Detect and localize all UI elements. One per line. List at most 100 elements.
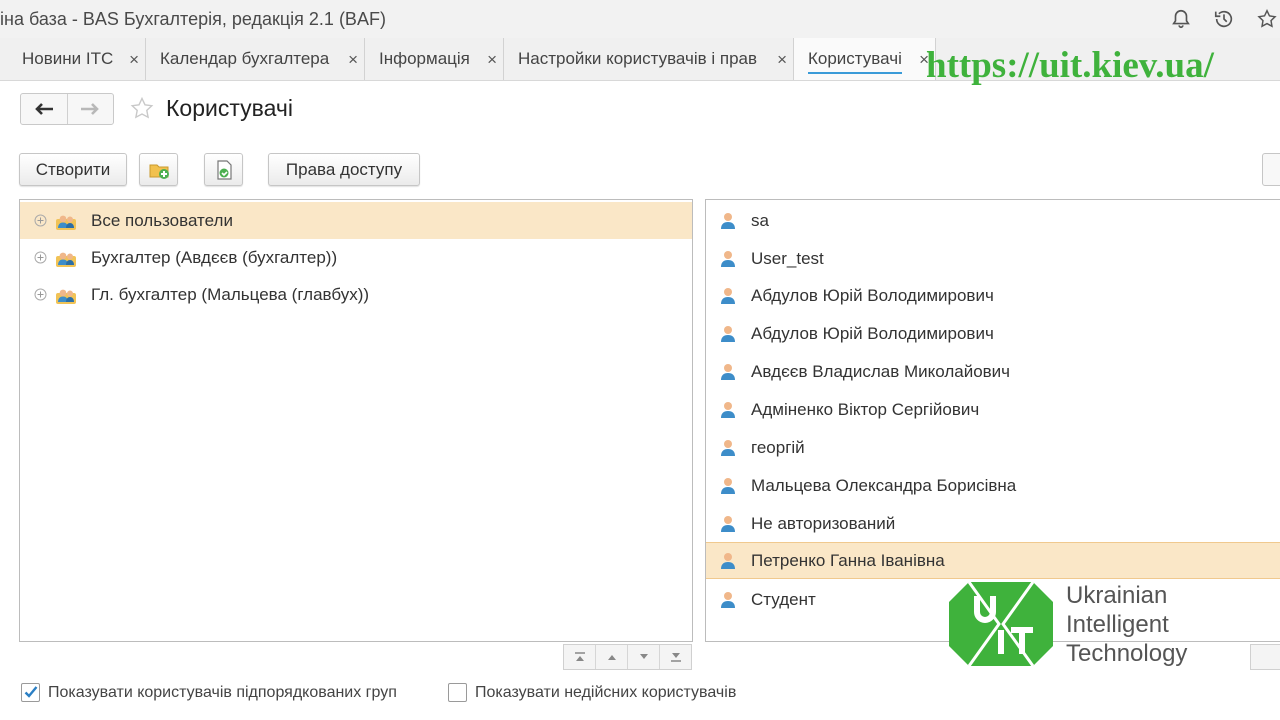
user-row[interactable]: Абдулов Юрій Володимирович [706, 277, 1280, 314]
user-icon [721, 325, 735, 342]
group-label: Гл. бухгалтер (Мальцева (главбух)) [91, 284, 370, 304]
tab-label: Користувачі [808, 49, 902, 74]
back-button[interactable] [21, 94, 67, 124]
create-group-button[interactable] [139, 153, 178, 186]
favorite-star-icon[interactable] [129, 96, 155, 122]
group-label: Бухгалтер (Авдєєв (бухгалтер)) [91, 247, 338, 267]
user-icon [721, 515, 735, 532]
arrow-up-icon [607, 655, 616, 660]
user-row[interactable]: Адміненко Віктор Сергійович [706, 391, 1280, 428]
user-icon [721, 552, 735, 569]
close-icon[interactable]: × [777, 50, 787, 70]
scroll-down-button[interactable] [627, 645, 659, 669]
forward-button[interactable] [66, 94, 114, 124]
arrow-down-icon [639, 654, 648, 659]
show-inactive-label[interactable]: Показувати недійсних користувачів [475, 684, 736, 702]
history-navigation [20, 93, 114, 125]
users-list: sa User_test Абдулов Юрій Володимирович … [705, 199, 1280, 642]
tab-label: Настройки користувачів і прав [518, 49, 758, 68]
user-group-icon [56, 289, 76, 304]
expand-icon [34, 288, 47, 301]
show-inactive-checkbox[interactable] [448, 683, 467, 702]
close-icon[interactable]: × [348, 50, 358, 70]
user-label: User_test [751, 248, 824, 268]
groups-scroll-buttons [563, 644, 692, 670]
checkmark-icon [24, 686, 38, 698]
user-label: Студент [751, 589, 816, 609]
tab-news-its[interactable]: Новини ІТС × [8, 38, 146, 80]
user-label: Не авторизований [751, 513, 896, 533]
tab-accountant-calendar[interactable]: Календар бухгалтера × [146, 38, 365, 80]
user-icon [721, 363, 735, 380]
user-row[interactable]: георгій [706, 429, 1280, 466]
user-group-icon [56, 252, 76, 267]
group-row-all-users[interactable]: Все пользователи [20, 202, 692, 239]
bell-icon[interactable] [1170, 8, 1192, 30]
user-icon [721, 250, 735, 267]
user-label: Петренко Ганна Іванівна [751, 550, 945, 570]
tab-information[interactable]: Інформація × [365, 38, 504, 80]
scroll-bottom-icon [670, 653, 681, 662]
user-label: Абдулов Юрій Володимирович [751, 285, 994, 305]
show-subordinate-checkbox[interactable] [21, 683, 40, 702]
group-row-accountant[interactable]: Бухгалтер (Авдєєв (бухгалтер)) [20, 239, 692, 276]
star-icon[interactable] [1256, 8, 1278, 30]
arrow-right-icon [81, 103, 100, 115]
tab-user-settings[interactable]: Настройки користувачів і прав × [504, 38, 794, 80]
tab-label: Календар бухгалтера [160, 49, 330, 68]
show-subordinate-label[interactable]: Показувати користувачів підпорядкованих … [48, 684, 397, 702]
access-rights-button[interactable]: Права доступу [268, 153, 420, 186]
user-label: Адміненко Віктор Сергійович [751, 399, 980, 419]
user-label: sa [751, 210, 769, 230]
group-label: Все пользователи [91, 210, 233, 230]
user-row[interactable]: Абдулов Юрій Володимирович [706, 315, 1280, 352]
create-button-label: Створити [35, 159, 111, 179]
user-label: Абдулов Юрій Володимирович [751, 323, 994, 343]
user-row[interactable]: Мальцева Олександра Борисівна [706, 467, 1280, 504]
user-row[interactable]: Авдєєв Владислав Миколайович [706, 353, 1280, 390]
user-groups-tree: Все пользователи Бухгалтер (Авдєєв (бухг… [19, 199, 693, 642]
page-title: Користувачі [166, 95, 293, 121]
user-row[interactable]: Не авторизований [706, 505, 1280, 542]
scroll-last-button[interactable] [659, 645, 691, 669]
user-icon [721, 591, 735, 608]
window-titlebar: іна база - BAS Бухгалтерія, редакція 2.1… [0, 0, 1280, 38]
folder-add-icon [149, 164, 169, 179]
scroll-top-icon [574, 652, 585, 661]
create-button[interactable]: Створити [19, 153, 127, 186]
group-row-chief-accountant[interactable]: Гл. бухгалтер (Мальцева (главбух)) [20, 276, 692, 313]
scroll-up-button[interactable] [595, 645, 627, 669]
tab-users[interactable]: Користувачі × [794, 38, 936, 80]
user-icon [721, 439, 735, 456]
user-label: Авдєєв Владислав Миколайович [751, 361, 1011, 381]
user-label: георгій [751, 437, 805, 457]
user-icon [721, 212, 735, 229]
scroll-first-button[interactable] [564, 645, 595, 669]
access-rights-label: Права доступу [285, 159, 403, 179]
arrow-left-icon [34, 103, 53, 115]
tab-label: Інформація [379, 49, 470, 68]
window-title: іна база - BAS Бухгалтерія, редакція 2.1… [0, 9, 386, 29]
user-row[interactable]: User_test [706, 240, 1280, 277]
logo-text-line: Intelligent [1066, 611, 1169, 638]
uit-logo-icon [949, 581, 1053, 667]
user-icon [721, 477, 735, 494]
copy-button[interactable] [204, 153, 243, 186]
user-row-selected[interactable]: Петренко Ганна Іванівна [706, 542, 1280, 579]
user-icon [721, 287, 735, 304]
user-group-icon [56, 215, 76, 230]
tab-label: Новини ІТС [22, 49, 114, 68]
expand-icon [34, 251, 47, 264]
user-label: Мальцева Олександра Борисівна [751, 475, 1017, 495]
watermark-url: https://uit.kiev.ua/ [926, 45, 1214, 86]
logo-text-line: Technology [1066, 640, 1188, 667]
history-icon[interactable] [1213, 8, 1235, 30]
user-icon [721, 401, 735, 418]
close-icon[interactable]: × [129, 50, 139, 70]
more-button[interactable] [1262, 153, 1280, 186]
user-row[interactable]: sa [706, 202, 1280, 239]
logo-text-line: Ukrainian [1066, 582, 1168, 609]
users-scroll-buttons[interactable] [1250, 644, 1280, 670]
close-icon[interactable]: × [487, 50, 497, 70]
expand-icon [34, 214, 47, 227]
